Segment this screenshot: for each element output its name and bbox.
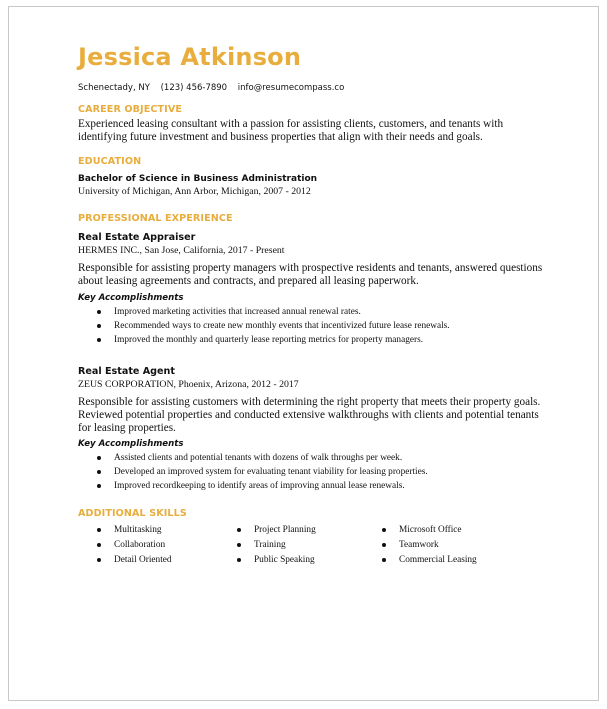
job-description: Responsible for assisting property manag… <box>78 262 543 287</box>
contact-phone: (123) 456-7890 <box>160 83 228 93</box>
skill-text: Microsoft Office <box>399 525 462 535</box>
list-item: Developed an improved system for evaluat… <box>78 465 428 479</box>
section-heading-career-objective: CAREER OBJECTIVE <box>78 104 183 115</box>
contact-location: Schenectady, NY <box>78 83 150 93</box>
bullet-icon <box>97 543 101 547</box>
list-item-text: Recommended ways to create new monthly e… <box>114 321 450 331</box>
skills-column: Project Planning Training Public Speakin… <box>218 523 316 568</box>
skill-text: Project Planning <box>254 525 316 535</box>
education-details: University of Michigan, Ann Arbor, Michi… <box>78 186 311 197</box>
skill-text: Commercial Leasing <box>399 555 477 565</box>
bullet-icon <box>97 456 101 460</box>
list-item-text: Improved recordkeeping to identify areas… <box>114 481 405 491</box>
skill-text: Teamwork <box>399 540 439 550</box>
job-title: Real Estate Agent <box>78 366 175 377</box>
skill-text: Training <box>254 540 286 550</box>
job-company: ZEUS CORPORATION, Phoenix, Arizona, 2012… <box>78 379 299 390</box>
bullet-icon <box>97 470 101 474</box>
skills-column: Multitasking Collaboration Detail Orient… <box>78 523 172 568</box>
skill-text: Detail Oriented <box>114 555 172 565</box>
contact-line: Schenectady, NY (123) 456-7890 info@resu… <box>78 83 352 93</box>
list-item-text: Improved the monthly and quarterly lease… <box>114 335 424 345</box>
resume-page: Jessica Atkinson Schenectady, NY (123) 4… <box>8 6 599 701</box>
job-title: Real Estate Appraiser <box>78 232 196 243</box>
list-item: Assisted clients and potential tenants w… <box>78 451 428 465</box>
skill-text: Public Speaking <box>254 555 315 565</box>
list-item-text: Developed an improved system for evaluat… <box>114 467 428 477</box>
key-accomplishments-label: Key Accomplishments <box>78 439 184 449</box>
skill-text: Collaboration <box>114 540 166 550</box>
skill-item: Detail Oriented <box>78 553 172 568</box>
bullet-icon <box>382 543 386 547</box>
bullet-icon <box>382 528 386 532</box>
bullet-icon <box>237 543 241 547</box>
section-heading-education: EDUCATION <box>78 156 142 167</box>
bullet-icon <box>97 558 101 562</box>
candidate-name: Jessica Atkinson <box>78 43 302 71</box>
skill-item: Project Planning <box>218 523 316 538</box>
skill-item: Microsoft Office <box>363 523 477 538</box>
accomplishments-list: Assisted clients and potential tenants w… <box>78 451 428 493</box>
skills-column: Microsoft Office Teamwork Commercial Lea… <box>363 523 477 568</box>
bullet-icon <box>97 310 101 314</box>
bullet-icon <box>237 528 241 532</box>
list-item: Improved marketing activities that incre… <box>78 305 450 319</box>
bullet-icon <box>97 528 101 532</box>
bullet-icon <box>97 324 101 328</box>
bullet-icon <box>97 338 101 342</box>
job-company: HERMES INC., San Jose, California, 2017 … <box>78 245 285 256</box>
skill-item: Public Speaking <box>218 553 316 568</box>
education-degree: Bachelor of Science in Business Administ… <box>78 174 318 184</box>
section-heading-skills: ADDITIONAL SKILLS <box>78 508 187 519</box>
skill-item: Commercial Leasing <box>363 553 477 568</box>
skill-item: Collaboration <box>78 538 172 553</box>
skill-item: Training <box>218 538 316 553</box>
accomplishments-list: Improved marketing activities that incre… <box>78 305 450 347</box>
skill-item: Multitasking <box>78 523 172 538</box>
section-heading-experience: PROFESSIONAL EXPERIENCE <box>78 213 233 224</box>
bullet-icon <box>97 484 101 488</box>
list-item-text: Improved marketing activities that incre… <box>114 307 361 317</box>
bullet-icon <box>382 558 386 562</box>
list-item: Recommended ways to create new monthly e… <box>78 319 450 333</box>
skill-text: Multitasking <box>114 525 162 535</box>
list-item-text: Assisted clients and potential tenants w… <box>114 453 403 463</box>
bullet-icon <box>237 558 241 562</box>
career-objective-text: Experienced leasing consultant with a pa… <box>78 118 504 143</box>
list-item: Improved the monthly and quarterly lease… <box>78 333 450 347</box>
job-description: Responsible for assisting customers with… <box>78 396 541 434</box>
contact-email: info@resumecompass.co <box>237 83 345 93</box>
list-item: Improved recordkeeping to identify areas… <box>78 479 428 493</box>
key-accomplishments-label: Key Accomplishments <box>78 293 184 303</box>
skill-item: Teamwork <box>363 538 477 553</box>
